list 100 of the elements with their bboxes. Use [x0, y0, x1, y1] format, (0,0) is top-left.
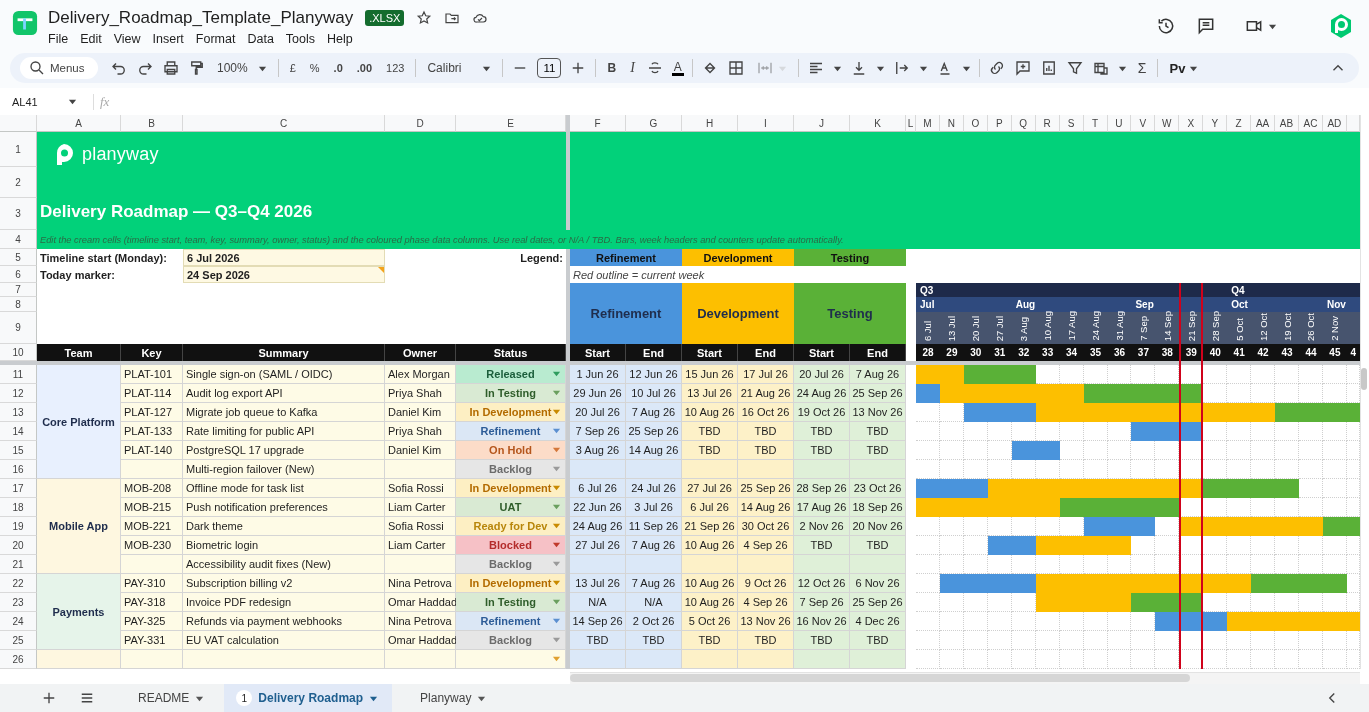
table-cell[interactable]: MOB-221: [121, 517, 183, 536]
menu-item[interactable]: Edit: [80, 32, 102, 46]
sheet-tab[interactable]: Planyway: [398, 684, 501, 712]
date-cell[interactable]: 6 Jul 2026: [183, 249, 385, 266]
table-cell[interactable]: TBD: [682, 441, 738, 460]
table-cell[interactable]: [121, 460, 183, 479]
table-cell[interactable]: Rate limiting for public API: [183, 422, 385, 441]
table-cell[interactable]: 13 Jul 26: [682, 384, 738, 403]
column-header[interactable]: B: [121, 115, 183, 132]
row-header[interactable]: 5: [0, 249, 37, 266]
status-dropdown[interactable]: In Development: [456, 574, 566, 593]
table-cell[interactable]: PLAT-127: [121, 403, 183, 422]
column-header[interactable]: D: [385, 115, 456, 132]
row-header[interactable]: 16: [0, 460, 37, 479]
table-cell[interactable]: PLAT-140: [121, 441, 183, 460]
table-cell[interactable]: Dark theme: [183, 517, 385, 536]
table-cell[interactable]: 7 Aug 26: [626, 574, 682, 593]
table-cell[interactable]: [121, 650, 183, 669]
status-dropdown[interactable]: In Testing: [456, 384, 566, 403]
table-cell[interactable]: 25 Sep 26: [626, 422, 682, 441]
table-cell[interactable]: [682, 460, 738, 479]
table-cell[interactable]: Push notification preferences: [183, 498, 385, 517]
table-cell[interactable]: [682, 650, 738, 669]
column-header[interactable]: Y: [1203, 115, 1228, 132]
column-header[interactable]: R: [1035, 115, 1060, 132]
table-cell[interactable]: TBD: [794, 422, 850, 441]
row-header[interactable]: 1: [0, 132, 37, 167]
column-header[interactable]: AD: [1322, 115, 1347, 132]
team-cell[interactable]: Core Platform: [37, 365, 121, 479]
table-cell[interactable]: Priya Shah: [385, 422, 456, 441]
column-header[interactable]: E: [456, 115, 566, 132]
table-cell[interactable]: TBD: [682, 631, 738, 650]
table-cell[interactable]: 7 Sep 26: [570, 422, 626, 441]
status-dropdown[interactable]: [456, 650, 566, 669]
table-cell[interactable]: [626, 460, 682, 479]
table-cell[interactable]: 2 Oct 26: [626, 612, 682, 631]
menu-item[interactable]: Help: [327, 32, 353, 46]
table-cell[interactable]: [794, 555, 850, 574]
table-cell[interactable]: TBD: [738, 422, 794, 441]
table-cell[interactable]: 4 Sep 26: [738, 536, 794, 555]
table-cell[interactable]: PLAT-114: [121, 384, 183, 403]
table-cell[interactable]: [385, 555, 456, 574]
decrease-decimal-button[interactable]: .0: [330, 62, 346, 74]
status-dropdown[interactable]: Released: [456, 365, 566, 384]
table-cell[interactable]: MOB-208: [121, 479, 183, 498]
table-cell[interactable]: 20 Jul 26: [570, 403, 626, 422]
table-cell[interactable]: [183, 650, 385, 669]
table-cell[interactable]: 12 Oct 26: [794, 574, 850, 593]
column-header[interactable]: V: [1131, 115, 1156, 132]
table-cell[interactable]: Audit log export API: [183, 384, 385, 403]
table-cell[interactable]: PAY-318: [121, 593, 183, 612]
row-header[interactable]: 17: [0, 479, 37, 498]
row-header[interactable]: 13: [0, 403, 37, 422]
table-cell[interactable]: PLAT-133: [121, 422, 183, 441]
table-cell[interactable]: 30 Oct 26: [738, 517, 794, 536]
column-header[interactable]: N: [939, 115, 964, 132]
table-cell[interactable]: Sofia Rossi: [385, 517, 456, 536]
column-header[interactable]: AA: [1251, 115, 1276, 132]
table-cell[interactable]: 21 Sep 26: [682, 517, 738, 536]
folder-icon[interactable]: [444, 10, 461, 26]
table-cell[interactable]: [570, 460, 626, 479]
status-dropdown[interactable]: Refinement: [456, 612, 566, 631]
row-header[interactable]: 8: [0, 297, 37, 312]
row-header[interactable]: 23: [0, 593, 37, 612]
table-cell[interactable]: 22 Jun 26: [570, 498, 626, 517]
status-dropdown[interactable]: On Hold: [456, 441, 566, 460]
table-cell[interactable]: 15 Jun 26: [682, 365, 738, 384]
status-dropdown[interactable]: Backlog: [456, 460, 566, 479]
table-cell[interactable]: Nina Petrova: [385, 612, 456, 631]
table-cell[interactable]: Nina Petrova: [385, 574, 456, 593]
table-cell[interactable]: N/A: [570, 593, 626, 612]
row-header[interactable]: 19: [0, 517, 37, 536]
table-cell[interactable]: N/A: [626, 593, 682, 612]
table-cell[interactable]: 6 Nov 26: [850, 574, 906, 593]
table-cell[interactable]: 27 Jul 26: [570, 536, 626, 555]
table-cell[interactable]: PAY-331: [121, 631, 183, 650]
table-cell[interactable]: 7 Aug 26: [626, 403, 682, 422]
status-dropdown[interactable]: UAT: [456, 498, 566, 517]
table-cell[interactable]: [626, 555, 682, 574]
table-cell[interactable]: Daniel Kim: [385, 403, 456, 422]
table-cell[interactable]: 6 Jul 26: [570, 479, 626, 498]
table-cell[interactable]: [794, 650, 850, 669]
table-cell[interactable]: Sofia Rossi: [385, 479, 456, 498]
table-cell[interactable]: 14 Sep 26: [570, 612, 626, 631]
table-cell[interactable]: Alex Morgan: [385, 365, 456, 384]
zoom-dropdown[interactable]: 100%: [214, 61, 270, 75]
table-cell[interactable]: Refunds via payment webhooks: [183, 612, 385, 631]
table-cell[interactable]: [738, 460, 794, 479]
table-cell[interactable]: 18 Sep 26: [850, 498, 906, 517]
table-cell[interactable]: 9 Oct 26: [738, 574, 794, 593]
table-cell[interactable]: TBD: [850, 422, 906, 441]
text-color-button[interactable]: A: [671, 60, 684, 76]
column-header[interactable]: S: [1059, 115, 1084, 132]
borders-icon[interactable]: [726, 59, 745, 77]
table-cell[interactable]: PLAT-101: [121, 365, 183, 384]
filter-icon[interactable]: [1065, 59, 1084, 77]
row-header[interactable]: 4: [0, 230, 37, 249]
table-cell[interactable]: 10 Aug 26: [682, 574, 738, 593]
table-cell[interactable]: EU VAT calculation: [183, 631, 385, 650]
sheet-tab[interactable]: 1 Delivery Roadmap: [224, 684, 393, 712]
